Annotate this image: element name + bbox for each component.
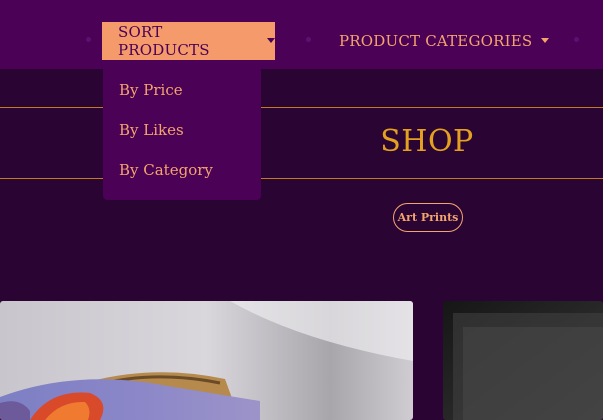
chevron-down-icon bbox=[541, 37, 550, 43]
sort-by-likes-item[interactable]: By Likes bbox=[119, 121, 184, 139]
top-navbar: SORT PRODUCTS PRODUCT CATEGORIES bbox=[0, 0, 603, 69]
product-image[interactable] bbox=[443, 301, 603, 420]
chevron-down-icon bbox=[267, 37, 275, 43]
sort-products-label: SORT PRODUCTS bbox=[118, 23, 210, 59]
sort-by-price-item[interactable]: By Price bbox=[119, 81, 183, 99]
page-title: SHOP bbox=[380, 124, 474, 159]
sort-products-dropdown-toggle[interactable]: SORT PRODUCTS bbox=[102, 22, 275, 60]
sort-products-menu: By Price By Likes By Category bbox=[103, 69, 261, 200]
product-categories-dropdown-toggle[interactable]: PRODUCT CATEGORIES bbox=[339, 22, 550, 60]
nav-separator-dot bbox=[86, 37, 91, 42]
product-image[interactable] bbox=[0, 301, 413, 420]
nav-separator-dot bbox=[574, 37, 579, 42]
sort-by-category-item[interactable]: By Category bbox=[119, 161, 213, 179]
nav-separator-dot bbox=[306, 37, 311, 42]
product-photo-dark bbox=[443, 301, 603, 420]
product-photo-art-print bbox=[0, 301, 413, 420]
product-categories-label: PRODUCT CATEGORIES bbox=[339, 32, 533, 50]
category-tag-art-prints[interactable]: Art Prints bbox=[393, 203, 463, 232]
